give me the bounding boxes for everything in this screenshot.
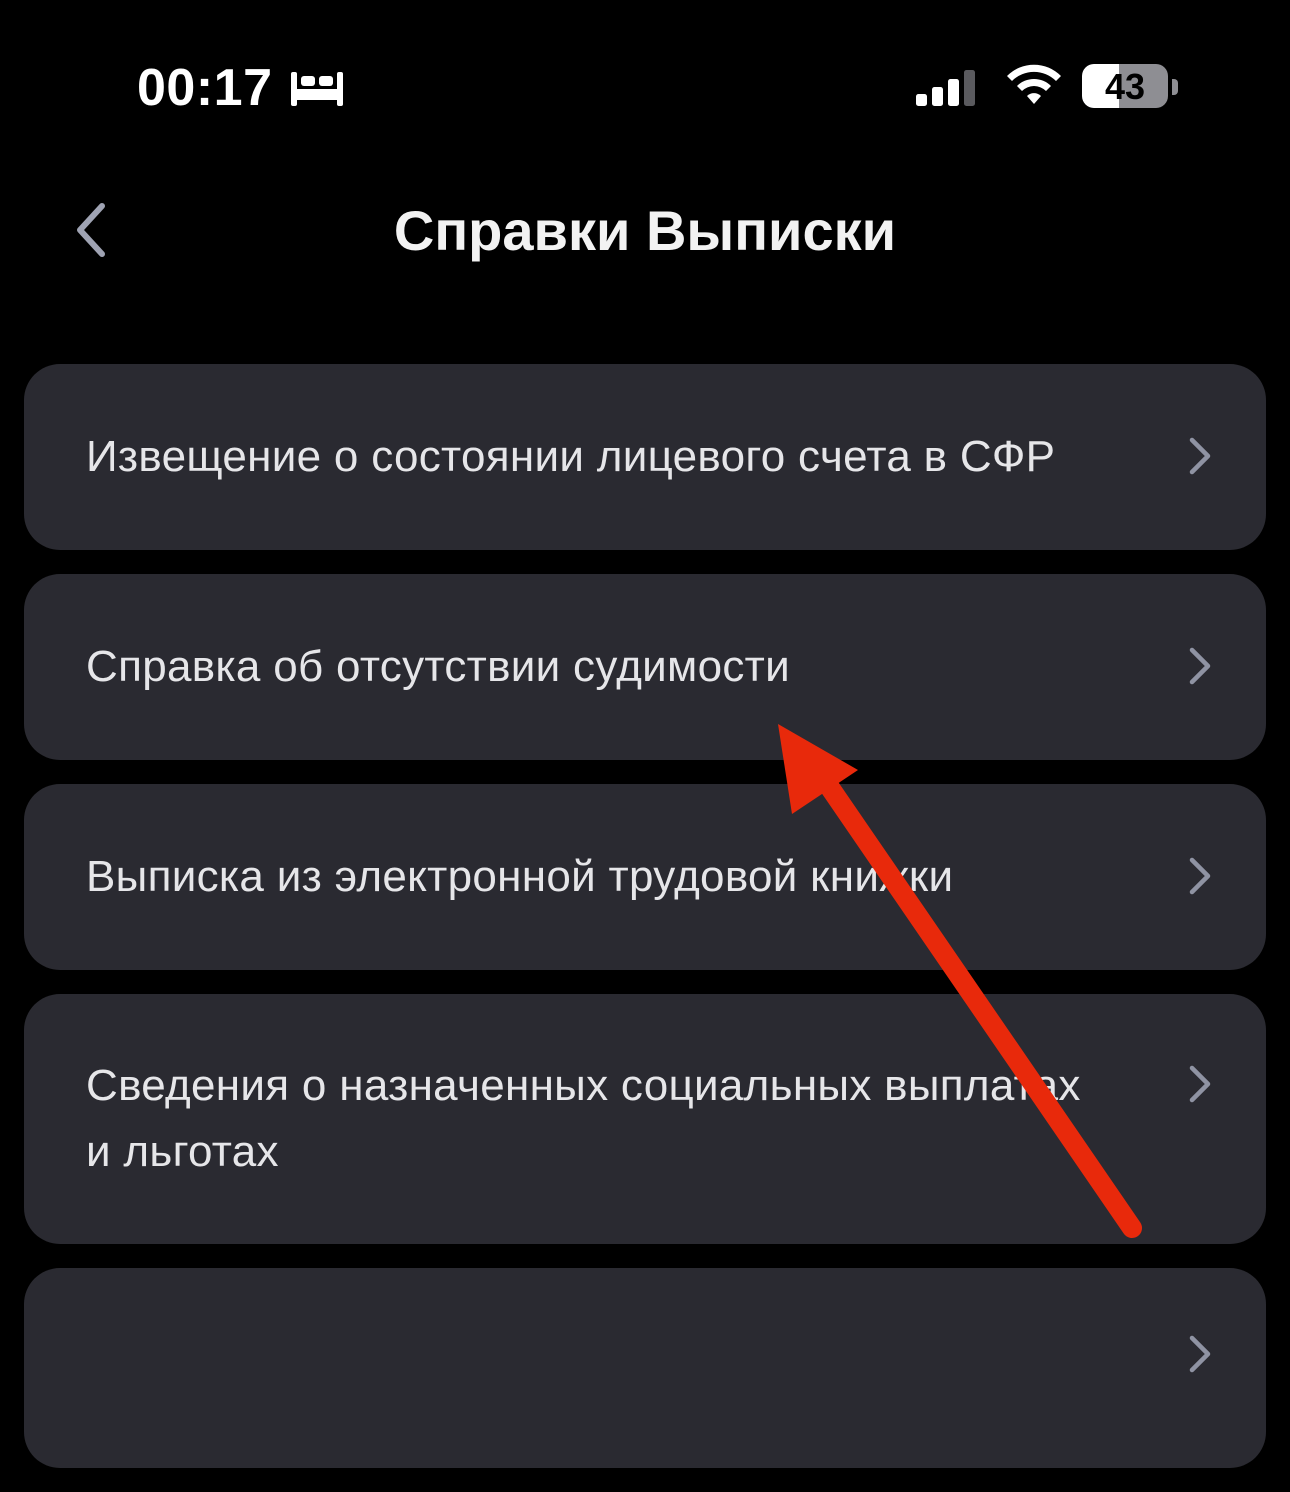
nav-header: Справки Выписки: [0, 180, 1290, 290]
chevron-right-icon: [1189, 437, 1211, 475]
list-item-label: Сведения о назначенных социальных выплат…: [86, 1061, 1081, 1176]
list-item-social-payments-info[interactable]: Сведения о назначенных социальных выплат…: [24, 994, 1266, 1244]
battery-level: 43: [1104, 66, 1146, 107]
battery-indicator: 43: [1082, 64, 1180, 110]
list-item-label: Извещение о состоянии лицевого счета в С…: [86, 432, 1056, 481]
status-bar: 00:17 43: [0, 0, 1290, 150]
page-title: Справки Выписки: [393, 199, 897, 262]
bed-icon: [291, 72, 343, 106]
list-item-sfr-account-notice[interactable]: Извещение о состоянии лицевого счета в С…: [24, 364, 1266, 550]
chevron-right-icon: [1189, 1335, 1211, 1373]
list-item-label: Справка об отсутствии судимости: [86, 642, 790, 691]
battery-body: 43: [1082, 64, 1168, 108]
status-time: 00:17: [137, 59, 273, 117]
battery-tip: [1172, 79, 1178, 95]
list-item-employment-record-extract[interactable]: Выписка из электронной трудовой книжки: [24, 784, 1266, 970]
list-item-label: Выписка из электронной трудовой книжки: [86, 852, 954, 901]
chevron-right-icon: [1189, 1065, 1211, 1103]
cellular-signal-icon: [916, 70, 975, 106]
list-item-partially-visible[interactable]: [24, 1268, 1266, 1468]
documents-list: Извещение о состоянии лицевого счета в С…: [24, 364, 1266, 1492]
list-item-no-criminal-record[interactable]: Справка об отсутствии судимости: [24, 574, 1266, 760]
chevron-right-icon: [1189, 647, 1211, 685]
chevron-right-icon: [1189, 857, 1211, 895]
wifi-icon: [1007, 64, 1061, 104]
